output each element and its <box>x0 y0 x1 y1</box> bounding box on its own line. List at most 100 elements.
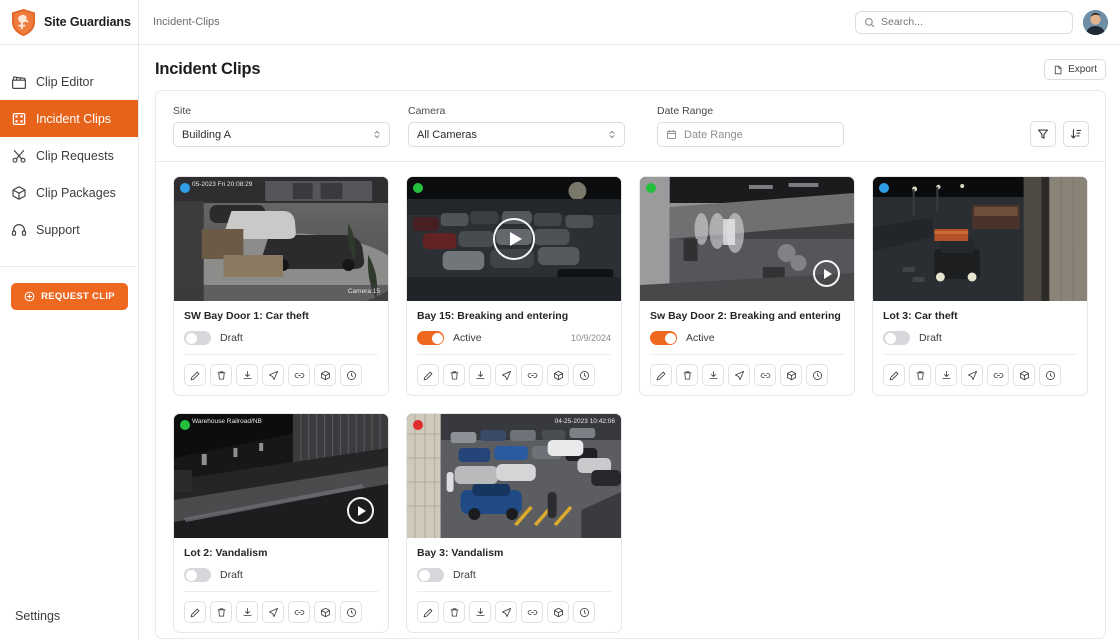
edit-button[interactable] <box>417 601 439 623</box>
clip-thumbnail[interactable] <box>407 177 621 301</box>
play-button[interactable] <box>347 497 374 524</box>
clip-card[interactable]: Bay 15: Breaking and entering Active 10/… <box>406 176 622 396</box>
plus-circle-icon <box>24 291 35 302</box>
package-button[interactable] <box>314 364 336 386</box>
link-button[interactable] <box>521 364 543 386</box>
brand[interactable]: Site Guardians <box>0 0 138 45</box>
clip-card[interactable]: Lot 3: Car theft Draft <box>872 176 1088 396</box>
download-button[interactable] <box>935 364 957 386</box>
status-toggle[interactable] <box>184 568 211 582</box>
status-toggle[interactable] <box>417 568 444 582</box>
send-button[interactable] <box>961 364 983 386</box>
sidebar-item-clip-packages[interactable]: Clip Packages <box>0 174 138 211</box>
sidebar-nav: Clip Editor Incident Clips <box>0 45 138 310</box>
clip-thumbnail[interactable] <box>873 177 1087 301</box>
sidebar-item-clip-editor[interactable]: Clip Editor <box>0 63 138 100</box>
send-button[interactable] <box>495 601 517 623</box>
pencil-icon <box>423 607 434 618</box>
clip-title: Sw Bay Door 2: Breaking and entering <box>650 310 844 322</box>
package-button[interactable] <box>314 601 336 623</box>
calendar-icon <box>666 129 677 140</box>
headset-icon <box>11 222 27 238</box>
play-button[interactable] <box>493 218 535 260</box>
funnel-icon[interactable] <box>1030 121 1056 147</box>
schedule-button[interactable] <box>1039 364 1061 386</box>
camera-select[interactable]: All Cameras <box>408 122 625 147</box>
request-clip-button[interactable]: REQUEST CLIP <box>11 283 128 310</box>
clip-card[interactable]: Sw Bay Door 2: Breaking and entering Act… <box>639 176 855 396</box>
edit-button[interactable] <box>650 364 672 386</box>
clip-thumbnail[interactable]: 04-25-2023 10:42:06 <box>407 414 621 538</box>
link-button[interactable] <box>288 364 310 386</box>
schedule-button[interactable] <box>340 601 362 623</box>
clip-thumbnail[interactable] <box>640 177 854 301</box>
status-dot <box>646 183 656 193</box>
link-button[interactable] <box>987 364 1009 386</box>
link-button[interactable] <box>288 601 310 623</box>
site-filter-label: Site <box>173 105 390 117</box>
schedule-button[interactable] <box>573 601 595 623</box>
edit-button[interactable] <box>184 364 206 386</box>
package-icon <box>553 370 564 381</box>
status-toggle[interactable] <box>417 331 444 345</box>
send-button[interactable] <box>495 364 517 386</box>
package-button[interactable] <box>1013 364 1035 386</box>
status-toggle[interactable] <box>650 331 677 345</box>
clip-card[interactable]: 05-2023 Fri 20:08:29Camera 15 SW Bay Doo… <box>173 176 389 396</box>
date-range-input[interactable]: Date Range <box>657 122 844 147</box>
send-button[interactable] <box>262 364 284 386</box>
sidebar-item-clip-requests[interactable]: Clip Requests <box>0 137 138 174</box>
card-divider <box>184 354 378 355</box>
clip-card[interactable]: Warehouse Railroad/NB Lot 2: Vandalism D… <box>173 413 389 633</box>
package-button[interactable] <box>547 364 569 386</box>
package-icon <box>320 370 331 381</box>
sort-descending-icon[interactable] <box>1063 121 1089 147</box>
search-icon <box>864 17 875 28</box>
sidebar-item-label: Clip Requests <box>36 149 114 163</box>
delete-button[interactable] <box>909 364 931 386</box>
chevron-updown-icon <box>608 129 616 140</box>
download-icon <box>941 370 952 381</box>
sidebar-item-settings[interactable]: Settings <box>0 601 60 631</box>
schedule-button[interactable] <box>573 364 595 386</box>
edit-button[interactable] <box>883 364 905 386</box>
status-toggle[interactable] <box>184 331 211 345</box>
delete-button[interactable] <box>210 601 232 623</box>
schedule-button[interactable] <box>806 364 828 386</box>
delete-button[interactable] <box>210 364 232 386</box>
site-select[interactable]: Building A <box>173 122 390 147</box>
download-button[interactable] <box>702 364 724 386</box>
camera-label-overlay: Camera 15 <box>348 288 380 295</box>
send-button[interactable] <box>262 601 284 623</box>
export-button[interactable]: Export <box>1044 59 1106 80</box>
delete-button[interactable] <box>443 364 465 386</box>
trash-icon <box>682 370 693 381</box>
clip-thumbnail[interactable]: Warehouse Railroad/NB <box>174 414 388 538</box>
clip-card[interactable]: 04-25-2023 10:42:06 Bay 3: Vandalism Dra… <box>406 413 622 633</box>
delete-button[interactable] <box>443 601 465 623</box>
status-toggle[interactable] <box>883 331 910 345</box>
search-input[interactable] <box>881 16 1064 28</box>
link-button[interactable] <box>521 601 543 623</box>
package-button[interactable] <box>547 601 569 623</box>
clip-thumbnail[interactable]: 05-2023 Fri 20:08:29Camera 15 <box>174 177 388 301</box>
download-button[interactable] <box>236 364 258 386</box>
clip-actions <box>184 601 378 623</box>
delete-button[interactable] <box>676 364 698 386</box>
package-button[interactable] <box>780 364 802 386</box>
download-button[interactable] <box>236 601 258 623</box>
link-button[interactable] <box>754 364 776 386</box>
sidebar-item-support[interactable]: Support <box>0 211 138 248</box>
edit-button[interactable] <box>417 364 439 386</box>
schedule-button[interactable] <box>340 364 362 386</box>
send-button[interactable] <box>728 364 750 386</box>
play-button[interactable] <box>813 260 840 287</box>
edit-button[interactable] <box>184 601 206 623</box>
avatar[interactable] <box>1083 10 1108 35</box>
download-button[interactable] <box>469 364 491 386</box>
package-icon <box>786 370 797 381</box>
download-button[interactable] <box>469 601 491 623</box>
sidebar-item-incident-clips[interactable]: Incident Clips <box>0 100 138 137</box>
search-box[interactable] <box>855 11 1073 34</box>
topbar: Incident-Clips <box>139 0 1120 45</box>
